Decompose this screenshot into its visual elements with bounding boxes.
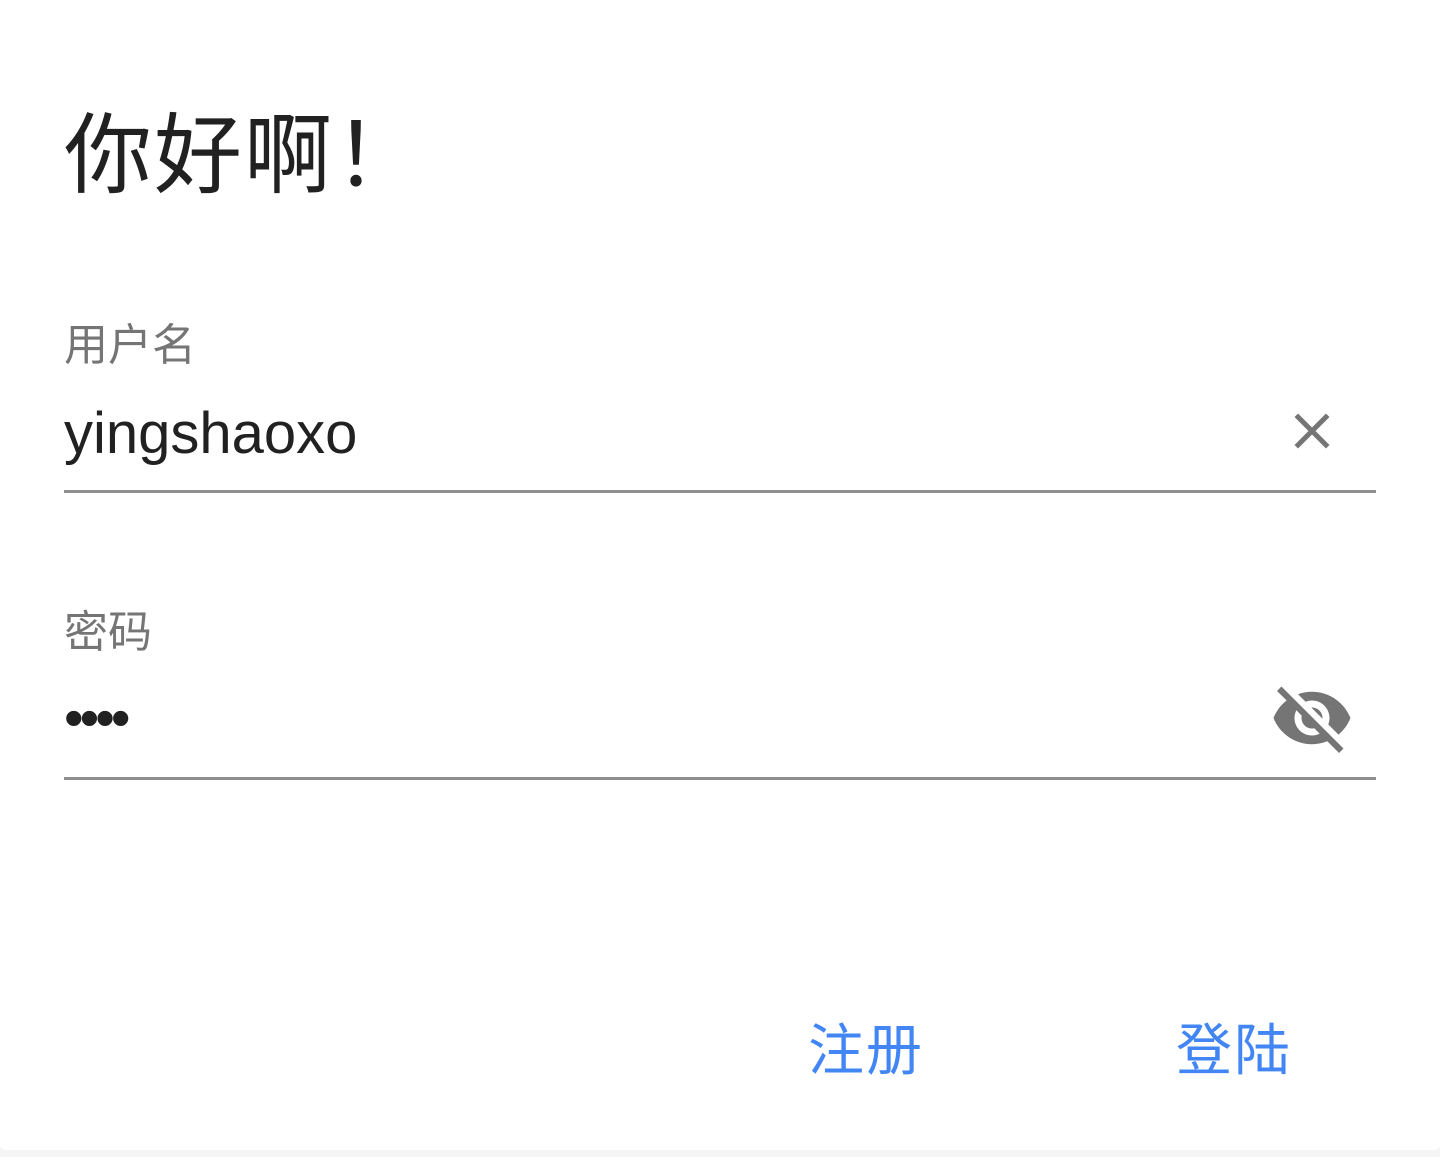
dialog-title: 你好啊！ [64, 104, 425, 207]
login-button[interactable]: 登陆 [1160, 1010, 1308, 1094]
register-button[interactable]: 注册 [792, 1010, 940, 1094]
login-dialog: 你好啊！ 用户名 yingshaoxo 密码 •••• 注册 登陆 [0, 0, 1440, 1150]
visibility-off-icon [1273, 686, 1351, 753]
password-input[interactable]: •••• [64, 688, 1214, 748]
clear-username-button[interactable] [1264, 383, 1360, 479]
username-input[interactable]: yingshaoxo [64, 398, 1214, 470]
username-label: 用户名 [64, 320, 196, 371]
toggle-password-visibility-button[interactable] [1264, 670, 1360, 766]
password-label: 密码 [64, 607, 152, 658]
password-underline [64, 777, 1376, 780]
username-underline [64, 490, 1376, 493]
close-icon [1294, 413, 1330, 449]
